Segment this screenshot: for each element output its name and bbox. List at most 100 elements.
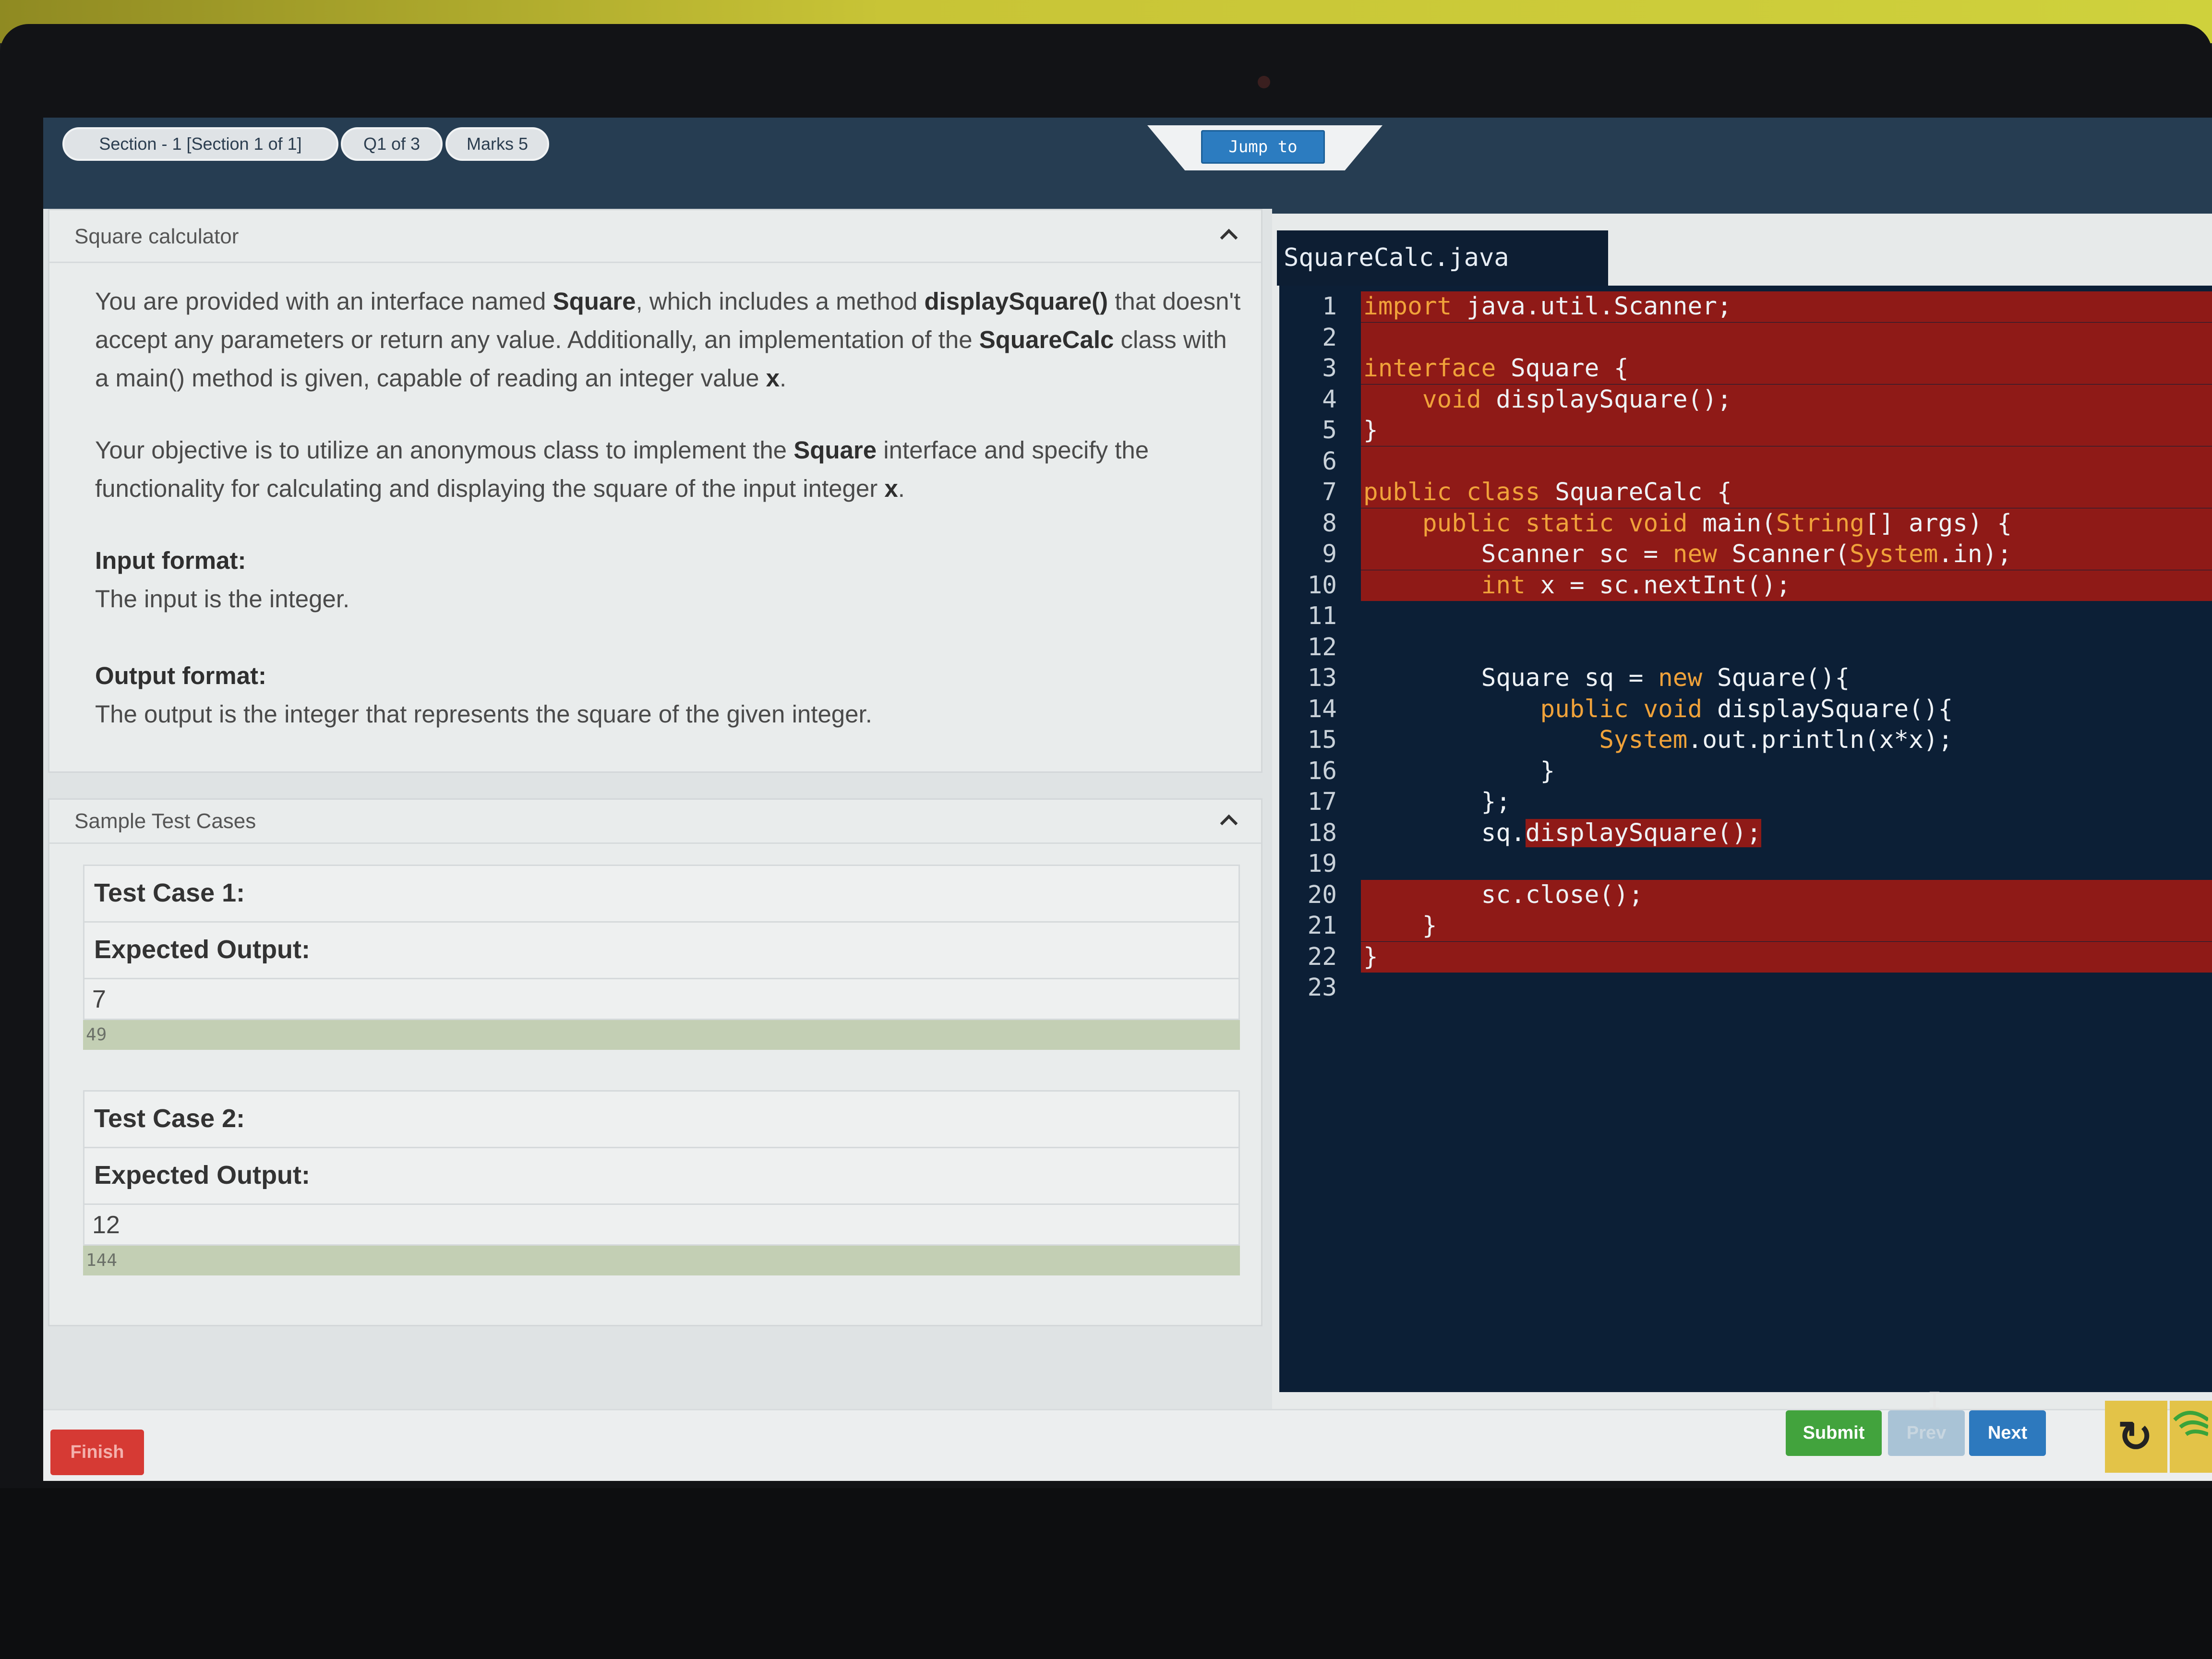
code-line[interactable]: 2 <box>1279 322 2212 353</box>
code-line[interactable]: 9 Scanner sc = new Scanner(System.in); <box>1279 539 2212 570</box>
input-format-title: Input format: <box>95 547 246 574</box>
code-text[interactable]: interface Square { <box>1363 353 1629 384</box>
footer-bar: Finish Submit Prev Next ↻ <box>43 1401 2212 1481</box>
jump-to-button[interactable]: Jump to <box>1201 130 1325 164</box>
code-line[interactable]: 17 }; <box>1279 787 2212 817</box>
output-format-text: The output is the integer that represent… <box>95 700 872 728</box>
code-text[interactable]: sc.close(); <box>1363 880 1644 911</box>
next-button[interactable]: Next <box>1969 1410 2046 1456</box>
code-text[interactable]: }; <box>1363 787 1511 817</box>
error-highlight <box>1361 911 2212 941</box>
code-line[interactable]: 3 interface Square { <box>1279 353 2212 384</box>
code-line[interactable]: 6 <box>1279 446 2212 477</box>
code-line[interactable]: 20 sc.close(); <box>1279 879 2212 911</box>
line-number: 5 <box>1322 416 1337 445</box>
code-line[interactable]: 1 import java.util.Scanner; <box>1279 291 2212 322</box>
code-text[interactable]: int x = sc.nextInt(); <box>1363 570 1791 601</box>
code-line[interactable]: 16 } <box>1279 756 2212 787</box>
chevron-up-icon[interactable] <box>1219 809 1238 829</box>
editor-file-tab[interactable]: SquareCalc.java <box>1277 230 1608 286</box>
question-card-header[interactable]: Square calculator <box>49 210 1261 263</box>
expected-output-label: Expected Output: <box>83 921 1240 978</box>
line-number: 13 <box>1307 664 1337 692</box>
code-line[interactable]: 7 public class SquareCalc { <box>1279 477 2212 508</box>
code-text[interactable]: System.out.println(x*x); <box>1363 725 1953 756</box>
line-number: 7 <box>1322 478 1337 506</box>
code-line[interactable]: 5} <box>1279 415 2212 446</box>
line-number: 21 <box>1307 912 1337 940</box>
error-highlight <box>1361 446 2212 477</box>
test-case-input: 7 <box>83 978 1240 1020</box>
code-text[interactable]: } <box>1363 756 1555 787</box>
test-case-title: Test Case 2: <box>83 1090 1240 1147</box>
line-number: 20 <box>1307 880 1337 909</box>
error-highlight <box>1361 941 2212 973</box>
code-line[interactable]: 23 <box>1279 973 2212 1003</box>
line-number: 17 <box>1307 788 1337 816</box>
line-number: 9 <box>1322 540 1337 568</box>
code-line[interactable]: 22} <box>1279 941 2212 973</box>
line-number: 2 <box>1322 323 1337 352</box>
code-line[interactable]: 4 void displaySquare(); <box>1279 384 2212 415</box>
question-pill[interactable]: Q1 of 3 <box>341 127 443 161</box>
line-number: 11 <box>1307 602 1337 630</box>
test-cases-header[interactable]: Sample Test Cases <box>49 800 1261 844</box>
question-panel: Square calculator You are provided with … <box>43 209 1272 1409</box>
test-case-input: 12 <box>83 1203 1240 1246</box>
marks-pill: Marks 5 <box>445 127 549 161</box>
submit-button[interactable]: Submit <box>1786 1410 1882 1456</box>
header-bar: Section - 1 [Section 1 of 1] Q1 of 3 Mar… <box>43 118 2212 214</box>
line-number: 15 <box>1307 726 1337 754</box>
code-text[interactable]: Square sq = new Square(){ <box>1363 663 1850 694</box>
question-paragraph-1: You are provided with an interface named… <box>95 288 1241 392</box>
code-text[interactable]: } <box>1363 911 1437 941</box>
line-number: 6 <box>1322 447 1337 476</box>
finish-button[interactable]: Finish <box>50 1430 144 1475</box>
line-number: 14 <box>1307 695 1337 723</box>
test-cases-title: Sample Test Cases <box>74 809 256 833</box>
line-number: 4 <box>1322 385 1337 414</box>
code-editor[interactable]: 1 import java.util.Scanner; 2 3 interface Sq… <box>1279 286 2212 1392</box>
line-number: 3 <box>1322 354 1337 383</box>
code-text[interactable]: sq.displaySquare(); <box>1363 818 1762 849</box>
code-text[interactable]: void displaySquare(); <box>1363 385 1732 415</box>
question-paragraph-2: Your objective is to utilize an anonymou… <box>95 436 1149 502</box>
code-line[interactable]: 10 int x = sc.nextInt(); <box>1279 570 2212 601</box>
code-text[interactable]: public static void main(String[] args) { <box>1363 508 2012 539</box>
monitor-bottom-bezel <box>0 1488 2212 1659</box>
code-text[interactable]: import java.util.Scanner; <box>1363 291 1732 322</box>
code-text[interactable]: public void displaySquare(){ <box>1363 694 1953 725</box>
code-line[interactable]: 11 <box>1279 601 2212 632</box>
line-number: 23 <box>1307 974 1337 1002</box>
wifi-icon <box>2173 1411 2210 1436</box>
line-number: 19 <box>1307 850 1337 878</box>
code-line[interactable]: 18 sq.displaySquare(); <box>1279 818 2212 849</box>
test-case-1: Test Case 1: Expected Output: 7 49 <box>83 865 1240 1050</box>
code-line[interactable]: 19 <box>1279 849 2212 879</box>
output-format-title: Output format: <box>95 662 266 689</box>
error-highlight <box>1361 415 2212 446</box>
question-title: Square calculator <box>74 225 239 248</box>
chevron-up-icon[interactable] <box>1219 224 1238 243</box>
test-case-output: 49 <box>83 1020 1240 1050</box>
webcam <box>1258 76 1270 88</box>
prev-button[interactable]: Prev <box>1888 1410 1965 1456</box>
code-text[interactable]: public class SquareCalc { <box>1363 477 1732 508</box>
code-text[interactable]: } <box>1363 415 1378 446</box>
exam-screen: Section - 1 [Section 1 of 1] Q1 of 3 Mar… <box>43 118 2212 1481</box>
line-number: 22 <box>1307 942 1337 971</box>
code-line[interactable]: 14 public void displaySquare(){ <box>1279 694 2212 725</box>
code-line[interactable]: 21 } <box>1279 911 2212 941</box>
section-pill[interactable]: Section - 1 [Section 1 of 1] <box>62 127 338 161</box>
code-text[interactable]: Scanner sc = new Scanner(System.in); <box>1363 539 2012 570</box>
code-line[interactable]: 12 <box>1279 632 2212 663</box>
code-text[interactable]: } <box>1363 942 1378 973</box>
code-line[interactable]: 8 public static void main(String[] args)… <box>1279 508 2212 539</box>
wifi-status <box>2170 1401 2212 1473</box>
test-case-title: Test Case 1: <box>83 865 1240 921</box>
code-line[interactable]: 15 System.out.println(x*x); <box>1279 725 2212 756</box>
line-number: 18 <box>1307 818 1337 847</box>
refresh-button[interactable]: ↻ <box>2105 1401 2167 1473</box>
line-number: 16 <box>1307 757 1337 785</box>
code-line[interactable]: 13 Square sq = new Square(){ <box>1279 663 2212 694</box>
